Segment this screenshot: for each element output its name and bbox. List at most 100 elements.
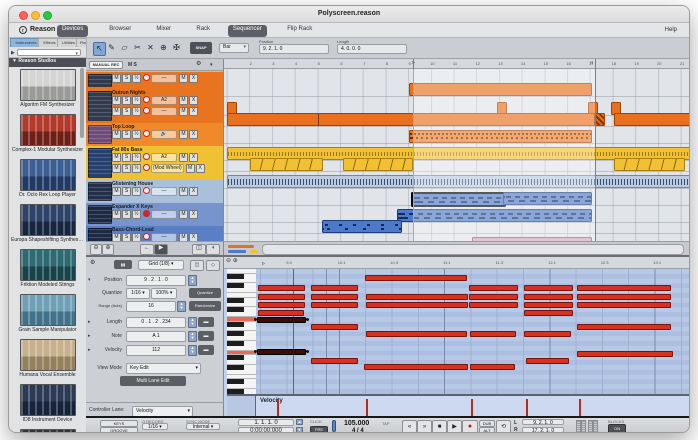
list-options-icon[interactable]: ▾: [210, 62, 213, 68]
clip[interactable]: [397, 209, 592, 222]
device-item[interactable]: Complex-1 Modular Synthesizer: [9, 114, 86, 158]
velocity-bar[interactable]: [366, 399, 368, 416]
lane-mute-button[interactable]: M: [179, 233, 188, 241]
device-item[interactable]: Friktion Modeled Strings: [9, 249, 86, 293]
clip[interactable]: [227, 175, 690, 188]
alt-takes-button[interactable]: ½: [132, 187, 141, 196]
midi-note[interactable]: [366, 302, 468, 308]
lane-delete-button[interactable]: X: [189, 107, 198, 116]
dub-button[interactable]: DUB: [479, 420, 495, 427]
record-enable-dot[interactable]: [143, 187, 150, 194]
midi-note[interactable]: [258, 285, 305, 291]
record-enable-dot[interactable]: [143, 164, 150, 171]
lane-icon[interactable]: ◫: [190, 260, 204, 271]
mute-button[interactable]: M: [112, 130, 121, 139]
mute-button[interactable]: M: [112, 233, 121, 241]
velocity-bar[interactable]: [277, 399, 279, 416]
loop-end-flag-icon[interactable]: ◃: [590, 60, 593, 67]
record-enable-dot[interactable]: [143, 130, 150, 137]
view-mode-dropdown[interactable]: Key Edit▾: [126, 363, 201, 374]
quantize-value-dropdown[interactable]: 1/16 ▾: [126, 288, 150, 299]
midi-note[interactable]: [365, 275, 467, 281]
back-arrow-button[interactable]: ←: [140, 244, 154, 255]
browser-scrollbar[interactable]: [80, 68, 84, 138]
mute-button[interactable]: M: [112, 187, 121, 196]
midi-note[interactable]: [526, 358, 569, 364]
razor-tool[interactable]: ✂: [132, 42, 143, 54]
alt-takes-button[interactable]: ½: [132, 233, 141, 241]
arrange-scrollbar[interactable]: [224, 241, 690, 255]
lane-delete-button[interactable]: X: [196, 164, 205, 173]
randomize-button[interactable]: Randomize: [189, 301, 221, 311]
lane-options-button[interactable]: ◫: [192, 244, 206, 255]
mute-button[interactable]: M: [112, 96, 121, 105]
lane-label[interactable]: —: [151, 210, 177, 219]
zoom-in-icon[interactable]: ⊕: [102, 244, 114, 255]
main-tab-devices[interactable]: Devices: [57, 25, 88, 37]
position-value[interactable]: 9 . 2 . 1 . 0: [126, 275, 186, 286]
lane-mute-button[interactable]: M: [179, 187, 188, 196]
record-enable-dot[interactable]: [143, 153, 150, 160]
device-item[interactable]: Grain Sample Manipulator: [9, 294, 86, 338]
tempo-value[interactable]: 105.000: [344, 420, 369, 428]
device-item[interactable]: Europa Shapeshifting Synthesizer: [9, 204, 86, 248]
editor-zoom-buttons[interactable]: ⊖ ⊕: [226, 258, 254, 267]
multi-lane-edit-button[interactable]: Multi Lane Edit: [120, 376, 186, 386]
play-button[interactable]: ▶: [447, 420, 462, 433]
device-item[interactable]: Humana Vocal Ensemble: [9, 339, 86, 383]
midi-note[interactable]: [469, 302, 518, 308]
note-stepper[interactable]: ▲▼: [188, 331, 197, 342]
mute-button[interactable]: M: [112, 210, 121, 219]
loop-toggle[interactable]: ⟲: [496, 420, 511, 433]
midi-note[interactable]: [469, 285, 518, 291]
midi-note[interactable]: [311, 358, 358, 364]
lane-label[interactable]: 🔊: [151, 130, 177, 139]
main-tab-flip-rack[interactable]: Flip Rack: [282, 25, 317, 37]
track-row[interactable]: Glistening HouseMS½—MX: [86, 180, 224, 204]
lane-delete-button[interactable]: X: [189, 96, 198, 105]
note-value[interactable]: A 1: [126, 331, 186, 342]
length-stepper[interactable]: ▲▼: [188, 317, 197, 328]
solo-button[interactable]: S: [122, 210, 131, 219]
note-grid[interactable]: [256, 269, 690, 394]
mute-button[interactable]: M: [112, 107, 121, 116]
track-row[interactable]: Outrun NightsMS½A2MXMS½—MX: [86, 89, 224, 124]
track-row[interactable]: MS½—MX: [86, 72, 224, 90]
length-value[interactable]: 4. 0. 0. 0: [337, 44, 407, 54]
record-enable-dot[interactable]: [143, 96, 150, 103]
midi-note[interactable]: [258, 310, 304, 316]
solo-button[interactable]: S: [122, 74, 131, 83]
fast-forward-button[interactable]: »: [417, 420, 432, 433]
midi-note[interactable]: [524, 294, 573, 300]
midi-note[interactable]: [524, 331, 571, 337]
alt-takes-button[interactable]: ½: [132, 107, 141, 116]
midi-note[interactable]: [577, 285, 671, 291]
shield-icon[interactable]: ◇: [206, 260, 220, 271]
hscroll-thumb[interactable]: [262, 244, 684, 255]
clip[interactable]: [503, 192, 592, 205]
midi-note[interactable]: [577, 294, 671, 300]
record-enable-dot[interactable]: [143, 210, 150, 217]
main-tab-mixer[interactable]: Mixer: [151, 25, 176, 37]
alt-takes-button[interactable]: ½: [132, 164, 141, 173]
main-tab-rack[interactable]: Rack: [191, 25, 215, 37]
lane-delete-button[interactable]: X: [189, 210, 198, 219]
solo-button[interactable]: S: [122, 233, 131, 241]
grid-value-dropdown[interactable]: Bar▾: [219, 43, 249, 53]
zoom-out-icon[interactable]: ⊖: [90, 244, 102, 255]
clip[interactable]: [409, 130, 593, 143]
device-item[interactable]: Dr. Octo Rex Loop Player: [9, 159, 86, 203]
lane-mute-button[interactable]: M: [179, 74, 188, 83]
lane-label[interactable]: A2: [151, 153, 177, 162]
qrec-value-dropdown[interactable]: 1/16 ▾: [142, 423, 168, 430]
lane-mute-button[interactable]: M: [186, 164, 195, 173]
velocity-value[interactable]: 112: [126, 345, 186, 356]
lane-label[interactable]: —: [151, 187, 177, 196]
mute-button[interactable]: M: [112, 153, 121, 162]
record-button[interactable]: ●: [462, 420, 478, 433]
lane-mute-button[interactable]: M: [179, 130, 188, 139]
eraser-tool[interactable]: ▱: [119, 42, 130, 54]
solo-button[interactable]: S: [122, 107, 131, 116]
midi-note[interactable]: [577, 324, 671, 330]
song-position-time[interactable]: 0:00:00:000: [238, 427, 294, 433]
